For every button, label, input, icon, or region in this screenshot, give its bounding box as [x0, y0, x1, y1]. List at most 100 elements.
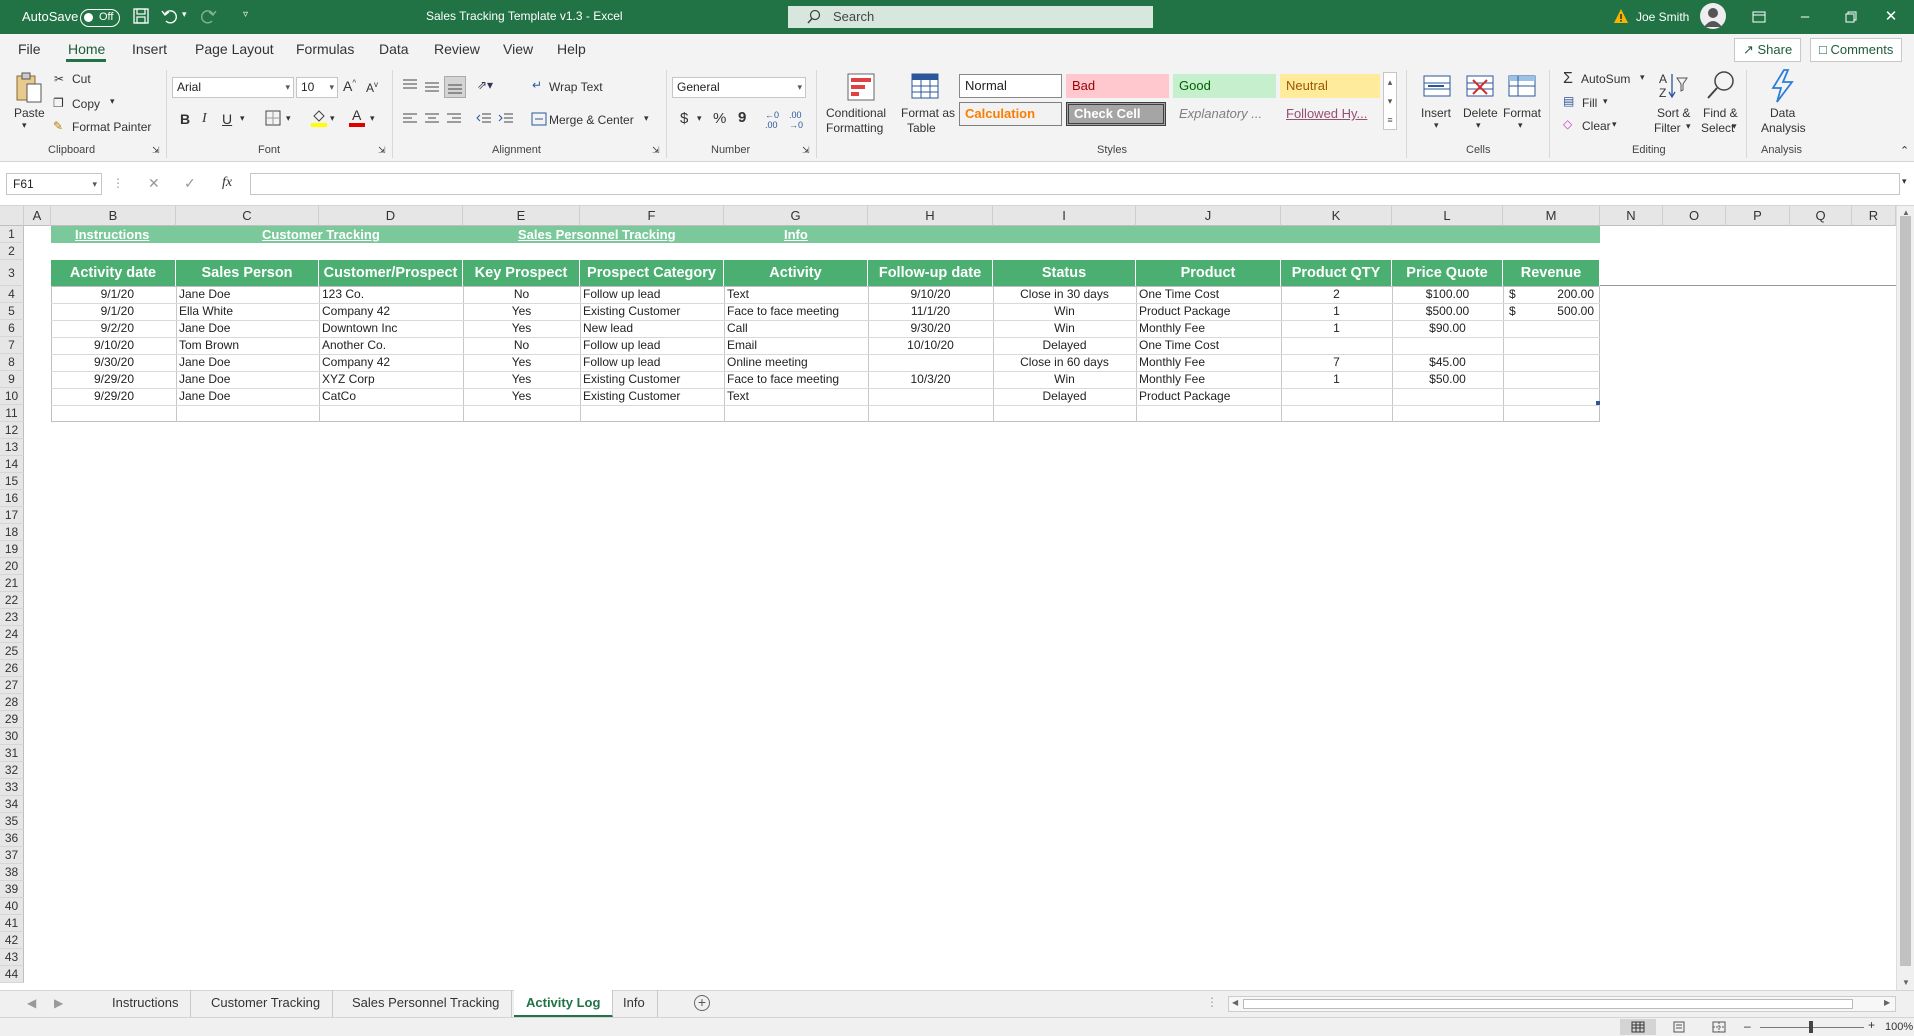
tab-data[interactable]: Data — [379, 41, 409, 57]
table-cell[interactable]: No — [463, 286, 580, 303]
style-followed-hyperlink[interactable]: Followed Hy... — [1280, 102, 1380, 126]
customize-qat-icon[interactable]: ▿ — [243, 9, 248, 20]
format-cells-button[interactable]: Format — [1503, 106, 1541, 120]
warning-icon[interactable] — [1613, 8, 1629, 27]
table-cell[interactable]: 2 — [1281, 286, 1392, 303]
clear-button[interactable]: Clear — [1582, 119, 1611, 133]
insert-function-icon[interactable]: fx — [222, 175, 232, 191]
table-cell[interactable]: 9/1/20 — [51, 303, 176, 320]
scroll-down-icon[interactable]: ▼ — [1902, 978, 1910, 987]
worksheet-grid[interactable]: A B C D E F G H I J K L M N O P Q R 1 2 3 4 5 6 7 8 9 10 11 12 13 14 15 1… — [0, 206, 1896, 990]
row-header-17[interactable]: 17 — [0, 507, 24, 524]
autosave-toggle[interactable]: Off — [80, 9, 120, 27]
table-cell[interactable] — [1281, 337, 1392, 354]
row-header-26[interactable]: 26 — [0, 660, 24, 677]
column-header-e[interactable]: E — [463, 206, 580, 226]
table-cell[interactable]: Yes — [463, 303, 580, 320]
table-cell[interactable]: Yes — [463, 371, 580, 388]
zoom-in-icon[interactable]: + — [1868, 1018, 1875, 1032]
table-cell[interactable]: 123 Co. — [319, 286, 463, 303]
zoom-slider-thumb[interactable] — [1809, 1021, 1813, 1033]
table-cell[interactable]: Company 42 — [319, 354, 463, 371]
underline-dropdown-icon[interactable]: ▾ — [240, 113, 245, 124]
clipboard-launcher-icon[interactable]: ⇲ — [152, 145, 160, 156]
column-header-i[interactable]: I — [993, 206, 1136, 226]
table-cell[interactable]: Call — [724, 320, 868, 337]
row-header-42[interactable]: 42 — [0, 932, 24, 949]
copy-icon[interactable]: ❐ — [53, 96, 64, 110]
add-sheet-icon[interactable]: + — [694, 995, 710, 1011]
align-top-icon[interactable] — [402, 78, 418, 95]
insert-cells-icon[interactable] — [1422, 72, 1452, 103]
align-right-icon[interactable] — [446, 112, 462, 129]
zoom-level[interactable]: 100% — [1885, 1021, 1913, 1033]
table-cell[interactable]: Email — [724, 337, 868, 354]
borders-dropdown-icon[interactable]: ▾ — [286, 113, 291, 124]
row-header-1[interactable]: 1 — [0, 226, 24, 243]
italic-button[interactable]: I — [202, 111, 207, 127]
user-name[interactable]: Joe Smith — [1636, 10, 1689, 24]
table-cell[interactable]: 9/2/20 — [51, 320, 176, 337]
format-cells-icon[interactable] — [1507, 72, 1537, 103]
nav-link-customer-tracking[interactable]: Customer Tracking — [262, 227, 380, 242]
scroll-thumb[interactable] — [1900, 216, 1911, 966]
fill-dropdown-icon[interactable]: ▾ — [330, 113, 335, 124]
table-cell[interactable]: 9/30/20 — [868, 320, 993, 337]
tab-view[interactable]: View — [503, 41, 533, 57]
column-header-a[interactable]: A — [24, 206, 51, 226]
column-header-k[interactable]: K — [1281, 206, 1392, 226]
column-header-n[interactable]: N — [1600, 206, 1663, 226]
page-layout-view-icon[interactable] — [1672, 1021, 1686, 1036]
table-cell[interactable]: 10/3/20 — [868, 371, 993, 388]
save-icon[interactable] — [132, 7, 150, 28]
underline-button[interactable]: U — [222, 111, 232, 127]
row-header-8[interactable]: 8 — [0, 354, 24, 371]
percent-format-button[interactable]: % — [713, 110, 726, 127]
row-header-30[interactable]: 30 — [0, 728, 24, 745]
nav-link-instructions[interactable]: Instructions — [75, 227, 149, 242]
font-name-select[interactable]: Arial ▾ — [172, 77, 294, 98]
table-cell[interactable]: XYZ Corp — [319, 371, 463, 388]
table-cell[interactable]: 11/1/20 — [868, 303, 993, 320]
sheet-tab-instructions[interactable]: Instructions — [100, 990, 192, 1017]
row-header-32[interactable]: 32 — [0, 762, 24, 779]
column-header-r[interactable]: R — [1852, 206, 1896, 226]
table-cell[interactable]: 1 — [1281, 303, 1392, 320]
table-cell[interactable]: 9/10/20 — [51, 337, 176, 354]
table-cell[interactable]: 9/30/20 — [51, 354, 176, 371]
number-launcher-icon[interactable]: ⇲ — [802, 145, 810, 156]
table-cell[interactable]: Existing Customer — [580, 371, 724, 388]
tab-home[interactable]: Home — [68, 41, 105, 57]
format-painter-icon[interactable]: ✎ — [53, 119, 63, 133]
row-header-44[interactable]: 44 — [0, 966, 24, 983]
align-bottom-icon[interactable] — [444, 76, 466, 98]
comma-style-button[interactable]: 9 — [738, 109, 746, 126]
data-analysis-icon[interactable] — [1768, 68, 1796, 107]
autosum-dropdown-icon[interactable]: ▾ — [1640, 72, 1645, 83]
table-cell[interactable]: 500.00 — [1503, 303, 1600, 320]
row-header-11[interactable]: 11 — [0, 405, 24, 422]
decrease-decimal-icon[interactable]: .00 →0 — [789, 110, 803, 130]
row-header-7[interactable]: 7 — [0, 337, 24, 354]
style-bad[interactable]: Bad — [1066, 74, 1169, 98]
row-header-10[interactable]: 10 — [0, 388, 24, 405]
row-header-41[interactable]: 41 — [0, 915, 24, 932]
row-header-29[interactable]: 29 — [0, 711, 24, 728]
table-cell[interactable]: Existing Customer — [580, 303, 724, 320]
delete-cells-icon[interactable] — [1465, 72, 1495, 103]
align-left-icon[interactable] — [402, 112, 418, 129]
undo-dropdown-icon[interactable]: ▾ — [182, 9, 187, 20]
table-cell[interactable]: 9/1/20 — [51, 286, 176, 303]
horizontal-scrollbar[interactable]: ◀ ▶ — [1228, 996, 1896, 1012]
tab-formulas[interactable]: Formulas — [296, 41, 354, 57]
merge-center-icon[interactable] — [531, 112, 547, 129]
conditional-formatting-line2[interactable]: Formatting — [826, 121, 883, 135]
cut-button[interactable]: Cut — [72, 72, 91, 86]
column-header-p[interactable]: P — [1726, 206, 1790, 226]
increase-indent-icon[interactable] — [498, 112, 514, 129]
table-cell[interactable]: 1 — [1281, 371, 1392, 388]
find-select-icon[interactable] — [1705, 70, 1737, 105]
copy-dropdown-icon[interactable]: ▾ — [110, 96, 115, 107]
column-header-l[interactable]: L — [1392, 206, 1503, 226]
font-color-icon[interactable]: A — [348, 107, 366, 131]
